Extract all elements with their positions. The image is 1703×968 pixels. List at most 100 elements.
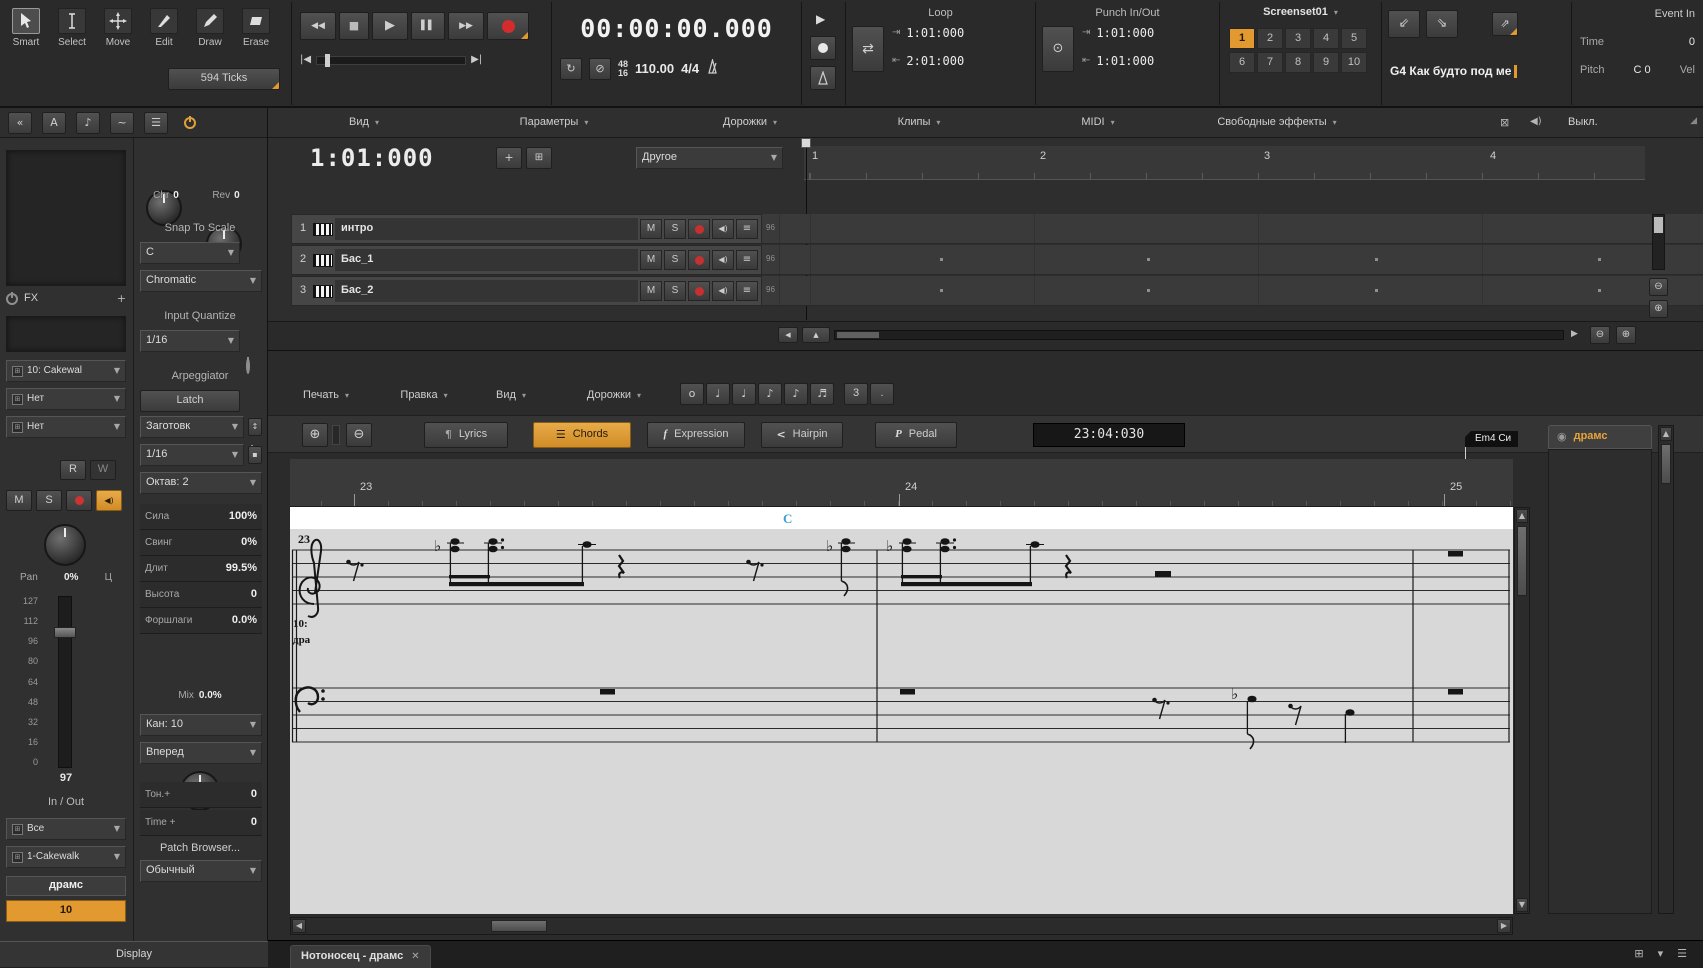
score-chord-row[interactable]: C — [290, 507, 1513, 529]
input-echo-icon[interactable]: ◀) — [712, 250, 734, 270]
fx-power-icon[interactable] — [6, 292, 18, 305]
mute-button[interactable]: M — [640, 281, 662, 301]
arp-preset-dropdown[interactable]: Заготовк ▼ — [140, 416, 244, 438]
snap-resolution-button[interactable]: 594 Ticks — [168, 68, 280, 90]
staff-zoom-out-button[interactable]: ⊖ — [346, 423, 372, 447]
time-signature-display[interactable]: 4/4 — [681, 61, 699, 77]
pencil-tool-icon[interactable] — [196, 8, 224, 34]
score-vertical-scrollbar[interactable]: ▲ ▼ — [1514, 507, 1530, 914]
tool-move[interactable]: Move — [96, 8, 140, 49]
arp-octave-dropdown[interactable]: Октав: 2 ▼ — [140, 472, 262, 494]
track-row[interactable]: 3 Бас_2 M S ◀) ≡ — [291, 276, 762, 306]
input-port-dropdown[interactable]: ⊞ 10: Cakewal ▼ — [6, 360, 126, 382]
menu-fx[interactable]: Свободные эффекты ▾ — [1217, 116, 1336, 129]
hairpin-button[interactable]: < Hairpin — [761, 422, 843, 448]
divider-eject-button[interactable]: ▲ — [802, 327, 830, 343]
time-offset-row[interactable]: Time +0 — [140, 810, 262, 836]
staff-track-tab[interactable]: ◉ драмс — [1548, 425, 1652, 449]
arp-preset-spinner[interactable]: ↕ — [248, 418, 262, 436]
duration-sixteenth-button[interactable]: ♪ — [784, 383, 808, 405]
screenset-9[interactable]: 9 — [1313, 52, 1339, 73]
duration-whole-button[interactable]: o — [680, 383, 704, 405]
mute-button[interactable]: M — [640, 250, 662, 270]
scroll-right-icon[interactable]: ▶ — [1571, 329, 1578, 340]
transport-position-slider[interactable] — [316, 53, 467, 67]
metronome-icon[interactable] — [706, 57, 719, 78]
input-echo-button[interactable]: ◀) — [96, 490, 122, 511]
loop-toggle-button[interactable]: ⇄ — [852, 26, 884, 72]
close-tab-icon[interactable]: ✕ — [411, 951, 419, 963]
mute-button[interactable]: M — [640, 219, 662, 239]
tool-smart[interactable]: Smart — [4, 8, 48, 49]
staff-menu-view[interactable]: Вид ▾ — [496, 389, 526, 402]
rest[interactable] — [900, 689, 915, 695]
zoom-out-button[interactable]: ⊖ — [1590, 326, 1610, 344]
input-all-dropdown[interactable]: ⊞ Все ▼ — [6, 818, 126, 840]
playhead-handle[interactable] — [801, 138, 811, 148]
staff-ruler[interactable]: 23 24 25 — [290, 459, 1513, 507]
fast-forward-button[interactable]: ▶▶ — [448, 12, 484, 40]
chords-button[interactable]: ☰ Chords — [533, 422, 631, 448]
output-send-dropdown-2[interactable]: ⊞ Нет ▼ — [6, 416, 126, 438]
swing-param-row[interactable]: Свинг 0% — [140, 530, 262, 556]
add-track-button[interactable]: + — [496, 147, 522, 169]
screenset-4[interactable]: 4 — [1313, 28, 1339, 49]
expression-button[interactable]: f Expression — [647, 422, 745, 448]
input-echo-icon[interactable]: ◀) — [712, 281, 734, 301]
horizontal-scrollbar[interactable] — [834, 330, 1564, 340]
go-to-end-button[interactable]: ▶| — [471, 54, 482, 66]
note-group[interactable]: ♭ — [886, 537, 1171, 587]
rewind-button[interactable]: ◀◀ — [300, 12, 336, 40]
panel-vertical-scrollbar[interactable]: ▲ — [1658, 425, 1674, 914]
scroll-up-icon[interactable]: ▲ — [1516, 509, 1528, 523]
vertical-scroll-thumb[interactable] — [1654, 217, 1663, 233]
output-send-dropdown-1[interactable]: ⊞ Нет ▼ — [6, 388, 126, 410]
event-pitch-value[interactable]: C 0 — [1634, 64, 1651, 77]
duration-quarter-button[interactable]: ♩ — [732, 383, 756, 405]
screenset-10[interactable]: 10 — [1341, 52, 1367, 73]
add-fx-icon[interactable]: + — [117, 292, 126, 305]
rest[interactable] — [1448, 689, 1463, 695]
track-row[interactable]: 2 Бас_1 M S ◀) ≡ — [291, 245, 762, 275]
notation-svg[interactable]: 23 10: дра ♭ ♭ ♭ ♭ — [290, 529, 1513, 914]
arm-record-button[interactable] — [688, 281, 710, 301]
key-dropdown[interactable]: C ▼ — [140, 242, 240, 264]
solo-button[interactable]: S — [664, 250, 686, 270]
screenset-title[interactable]: Screenset01 — [1263, 6, 1328, 19]
score-horizontal-scrollbar[interactable]: ◀ ▶ — [290, 917, 1513, 935]
chord-symbol[interactable]: C — [783, 511, 792, 527]
lyrics-button[interactable]: ¶ Lyrics — [424, 422, 508, 448]
solo-button[interactable]: S — [36, 490, 62, 511]
arp-rate-lock-icon[interactable]: ▪ — [248, 446, 262, 464]
screenset-8[interactable]: 8 — [1285, 52, 1311, 73]
velocity-param-row[interactable]: Сила 100% — [140, 504, 262, 530]
note-group[interactable]: ♭ — [1151, 685, 1355, 750]
resize-grip-icon[interactable]: ◢ — [1690, 116, 1697, 127]
scroll-thumb[interactable] — [1517, 526, 1527, 596]
volume-fader-thumb[interactable] — [54, 627, 76, 638]
staff-position-display[interactable]: 23:04:030 — [1033, 423, 1185, 447]
scroll-thumb[interactable] — [1661, 444, 1671, 484]
staff-menu-print[interactable]: Печать ▾ — [303, 389, 349, 402]
stop-button[interactable]: ■ — [339, 12, 369, 40]
menu-clips[interactable]: Клипы ▾ — [898, 116, 941, 129]
track-manager-button[interactable]: ⊞ — [526, 147, 552, 169]
track-filter-dropdown[interactable]: Другое ▼ — [636, 147, 783, 169]
previous-marker-button[interactable]: ⇙ — [1388, 10, 1420, 38]
duration-param-row[interactable]: Длит 99.5% — [140, 556, 262, 582]
automation-read-button[interactable]: R — [60, 460, 86, 480]
punch-in-time[interactable]: 1:01:000 — [1096, 26, 1154, 40]
record-mode-button[interactable] — [810, 36, 836, 60]
automation-write-button[interactable]: W — [90, 460, 116, 480]
pedal-button[interactable]: P Pedal — [875, 422, 957, 448]
meter-display[interactable]: 48 16 — [618, 60, 628, 78]
latch-button[interactable]: Latch — [140, 390, 240, 412]
pan-knob[interactable] — [44, 524, 86, 566]
filter-icon[interactable]: ⊠ — [1500, 116, 1509, 129]
staff-track-list-panel[interactable] — [1548, 449, 1652, 914]
solo-button[interactable]: S — [664, 219, 686, 239]
waveform-icon[interactable]: ~ — [110, 111, 134, 134]
audio-engine-icon[interactable]: ⊘ — [589, 58, 611, 80]
staff-view-tab[interactable]: Нотоносец - драмс ✕ — [290, 944, 431, 968]
screenset-7[interactable]: 7 — [1257, 52, 1283, 73]
